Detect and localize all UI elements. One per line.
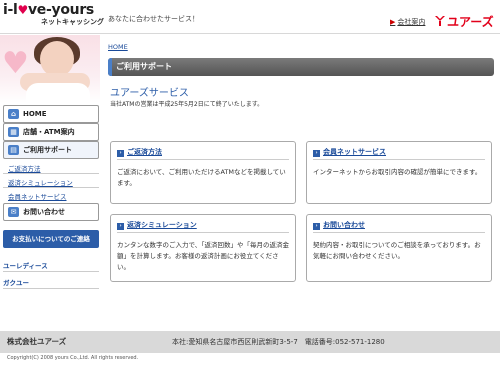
card-body: 契約内容・お取引についてのご相談を承っております。お気軽にお問い合わせください。 [313,241,481,260]
home-icon: ⌂ [8,109,19,119]
tagline: あなたに合わせたサービス！ [108,15,199,23]
sidebar: ♥ ⌂ HOME ▦ 店舗・ATM案内 ▤ ご利用サポート ご返済方法 返済シミュレー… [0,35,100,331]
section-note: 当社ATMの営業は平成25年5月2日にて終了いたします。 [110,101,264,108]
hero-shirt [26,83,90,103]
sidebar-item-support[interactable]: ▤ ご利用サポート [3,141,99,159]
sidebar-subitem-simulation[interactable]: 返済シミュレーション [8,177,73,187]
sidebar-item-store-atm[interactable]: ▦ 店舗・ATM案内 [3,123,99,141]
company-info-link[interactable]: ▶ 会社案内 [390,17,425,27]
sidebar-link-ladies[interactable]: ユーレディース [3,260,48,270]
hero-image: ♥ [0,35,100,103]
card-simulation[interactable]: › 返済シミュレーション カンタンな数字のご入力で、「返済回数」や「毎月の返済金額… [110,214,296,282]
divider [117,232,289,233]
mail-icon: ✉ [8,207,19,217]
logo-wordmark: i-l♥ve-yours [3,2,94,18]
page-title: ご利用サポート [108,58,494,76]
sidebar-item-home[interactable]: ⌂ HOME [3,105,99,123]
divider [117,159,289,160]
store-icon: ▦ [8,127,19,137]
logo-subtitle: ネットキャッシング [41,18,104,26]
card-body: ご返済において、ご利用いただけるATMなどを掲載しています。 [117,168,286,187]
support-icon: ▤ [8,145,19,155]
card-title-link[interactable]: › 会員ネットサービス [313,147,386,157]
arrow-icon: › [117,150,124,157]
divider [313,232,485,233]
arrow-icon: › [117,223,124,230]
footer-address: 本社:愛知県名古屋市西区則武新町3-5-7 電話番号:052-571-1280 [172,338,385,346]
divider [3,187,99,188]
breadcrumb[interactable]: HOME [108,43,128,51]
sidebar-link-gakuyu[interactable]: ガクユー [3,277,29,287]
arrow-icon: › [313,223,320,230]
divider [3,271,99,272]
card-inquiry[interactable]: › お問い合わせ 契約内容・お取引についてのご相談を承っております。お気軽にお問い… [306,214,492,282]
site-header: i-l♥ve-yours ネットキャッシング あなたに合わせたサービス！ ▶ 会社… [0,0,500,34]
card-member-service[interactable]: › 会員ネットサービス インターネットからお取引内容の確認が簡単にできます。 [306,141,492,204]
arrow-right-icon: ▶ [390,18,396,26]
card-body: カンタンな数字のご入力で、「返済回数」や「毎月の返済金額」を計算します。お客様の… [117,241,289,271]
hero-face [40,41,74,77]
card-title-link[interactable]: › ご返済方法 [117,147,162,157]
divider [313,159,485,160]
card-repayment[interactable]: › ご返済方法 ご返済において、ご利用いただけるATMなどを掲載しています。 [110,141,296,204]
brand-logo[interactable]: ユアーズ [434,13,494,30]
divider [3,288,99,289]
brand-mark-icon [435,16,445,26]
copyright: Copyright(C) 2008 yours Co.,Ltd. All rig… [7,355,139,361]
card-title-link[interactable]: › お問い合わせ [313,220,365,230]
card-body: インターネットからお取引内容の確認が簡単にできます。 [313,168,482,176]
divider [3,173,99,174]
footer-company: 株式会社ユアーズ [7,337,67,346]
card-title-link[interactable]: › 返済シミュレーション [117,220,197,230]
sidebar-subitem-repayment[interactable]: ご返済方法 [8,163,41,173]
heart-icon: ♥ [17,3,29,17]
payment-notice-button[interactable]: お支払いについてのご連絡 [3,230,99,248]
site-logo[interactable]: i-l♥ve-yours ネットキャッシング [3,2,104,31]
title-accent [108,58,112,76]
section-title: ユアーズサービス [110,88,189,99]
sidebar-subitem-member[interactable]: 会員ネットサービス [8,191,67,201]
arrow-icon: › [313,150,320,157]
sidebar-item-inquiry[interactable]: ✉ お問い合わせ [3,203,99,221]
